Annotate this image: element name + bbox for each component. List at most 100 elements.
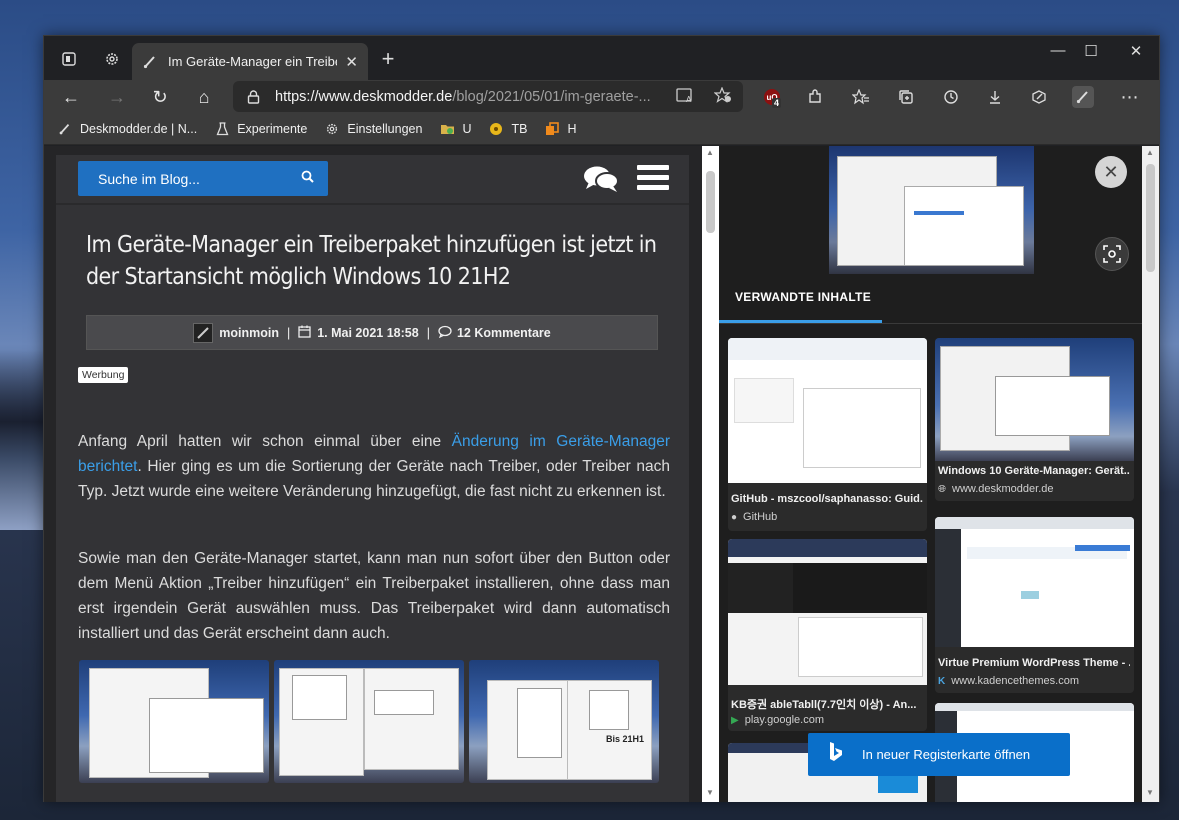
folder-icon [439, 121, 455, 137]
bookmark-einstellungen[interactable]: Einstellungen [324, 121, 422, 137]
card-title: Windows 10 Geräte-Manager: Gerät... [938, 465, 1130, 477]
scroll-down-arrow-icon[interactable]: ▼ [1146, 788, 1154, 797]
author-avatar[interactable] [193, 322, 214, 343]
article: Suche im Blog... Im Geräte-Manager ein T… [56, 155, 689, 802]
close-window-button[interactable]: ✕ [1123, 42, 1149, 62]
ublock-icon[interactable]: uO 4 [761, 86, 783, 108]
new-tab-button[interactable]: + [376, 46, 400, 72]
search-icon[interactable] [301, 170, 314, 186]
lock-icon[interactable] [247, 89, 261, 104]
article-title: Im Geräte-Manager ein Treiberpaket hinzu… [86, 232, 657, 290]
meta-separator: | [286, 325, 291, 340]
open-in-new-tab-button[interactable]: In neuer Registerkarte öffnen [808, 733, 1070, 776]
search-placeholder: Suche im Blog... [98, 170, 200, 187]
scroll-down-arrow-icon[interactable]: ▼ [706, 788, 714, 797]
web-capture-icon[interactable] [1028, 86, 1050, 108]
open-button-label: In neuer Registerkarte öffnen [862, 747, 1031, 762]
url-text[interactable]: https://www.deskmodder.de/blog/2021/05/0… [275, 89, 655, 105]
card-image [935, 338, 1134, 461]
gallery-image-1[interactable] [79, 660, 269, 783]
related-card[interactable]: Windows 10 Geräte-Manager: Gerät... 🌐︎ ww… [935, 338, 1134, 501]
card-source: ▶ play.google.com [731, 714, 824, 726]
comments-count[interactable]: 12 Kommentare [457, 326, 551, 340]
bookmark-experimente[interactable]: Experimente [214, 121, 307, 137]
extensions-icon[interactable] [804, 86, 826, 108]
bookmark-tb[interactable]: TB [488, 121, 527, 137]
para1-text-a: Anfang April hatten wir schon einmal übe… [78, 433, 452, 450]
paragraph-2: Sowie man den Geräte-Manager startet, ka… [78, 550, 670, 642]
close-panel-button[interactable]: ✕ [1095, 156, 1127, 188]
author-name[interactable]: moinmoin [219, 326, 279, 340]
minimize-button[interactable]: — [1045, 42, 1071, 62]
visual-search-icon[interactable] [1095, 237, 1129, 271]
globe-icon: 🌐︎ [938, 483, 946, 495]
svg-text:A: A [686, 95, 692, 103]
gear-icon[interactable] [101, 48, 123, 70]
back-button[interactable]: ← [58, 84, 84, 110]
related-content-tab[interactable]: VERWANDTE INHALTE [735, 290, 871, 304]
copy-icon [544, 121, 560, 137]
ublock-badge: 4 [772, 98, 782, 108]
card-title: Virtue Premium WordPress Theme - ... [938, 657, 1130, 669]
home-button[interactable]: ⌂ [191, 84, 217, 110]
screenshot-gallery: Bis 21H1 [79, 660, 663, 785]
panel-scrollbar[interactable]: ▲ ▼ [1142, 146, 1159, 802]
history-icon[interactable] [940, 86, 962, 108]
gallery-image-3[interactable]: Bis 21H1 [469, 660, 659, 783]
card-source-text: www.kadencethemes.com [951, 675, 1080, 687]
brush-icon[interactable] [1072, 86, 1094, 108]
downloads-icon[interactable] [984, 86, 1006, 108]
add-favorite-icon[interactable] [713, 86, 733, 107]
bookmark-h[interactable]: H [544, 121, 576, 137]
url-host: https://www.deskmodder.de [275, 88, 453, 105]
article-meta: moinmoin | 1. Mai 2021 18:58 | 12 Kommen… [86, 315, 658, 350]
card-source-text: GitHub [743, 511, 778, 523]
more-menu-icon[interactable]: ⋯ [1119, 86, 1141, 108]
scrollbar-thumb[interactable] [1146, 164, 1155, 272]
forward-button[interactable]: → [104, 84, 130, 110]
card-source: 🌐︎ www.deskmodder.de [938, 483, 1054, 495]
calendar-icon [298, 325, 311, 341]
reader-view-icon[interactable]: A [675, 87, 695, 107]
address-bar[interactable]: https://www.deskmodder.de/blog/2021/05/0… [233, 81, 743, 112]
maximize-button[interactable]: ☐ [1078, 42, 1104, 62]
bookmark-label: H [567, 121, 577, 136]
related-card[interactable]: GitHub - mszcool/saphanasso: Guid... ● Gi… [728, 338, 927, 531]
card-source: Kwww.kadencethemes.com [938, 675, 1079, 687]
selected-image[interactable] [829, 146, 1034, 274]
favorites-icon[interactable] [850, 86, 872, 108]
tab-divider [719, 323, 1142, 324]
tab-actions-icon[interactable] [58, 48, 80, 70]
scroll-up-arrow-icon[interactable]: ▲ [706, 148, 714, 157]
tab-bar: Im Geräte-Manager ein Treiberpa ✕ + — ☐ … [44, 36, 1159, 80]
blog-search-input[interactable]: Suche im Blog... [78, 161, 328, 196]
bookmarks-bar: Deskmodder.de | N... Experimente Einstel… [44, 113, 1159, 145]
active-tab-indicator [719, 320, 882, 323]
card-source-text: www.deskmodder.de [952, 483, 1054, 495]
related-card[interactable]: KB증권 ableTabll(7.7인치 이상) - An... ▶ play.g… [728, 539, 927, 731]
play-icon: ▶ [731, 714, 739, 726]
bing-icon [828, 741, 844, 769]
toolbar: ← → ↻ ⌂ https://www.deskmodder.de/blog/2… [44, 80, 1159, 113]
refresh-button[interactable]: ↻ [147, 84, 173, 110]
comments-icon[interactable] [583, 164, 619, 194]
header-divider [56, 203, 689, 205]
scrollbar-thumb[interactable] [706, 171, 715, 233]
gallery-caption: Bis 21H1 [606, 734, 645, 744]
related-card[interactable]: Virtue Premium WordPress Theme - ... Kww… [935, 517, 1134, 693]
gear-icon [324, 121, 340, 137]
browser-window: Im Geräte-Manager ein Treiberpa ✕ + — ☐ … [43, 35, 1160, 802]
collections-icon[interactable] [895, 86, 917, 108]
scroll-up-arrow-icon[interactable]: ▲ [1146, 148, 1154, 157]
card-title: GitHub - mszcool/saphanasso: Guid... [731, 493, 923, 505]
close-tab-icon[interactable]: ✕ [345, 53, 358, 71]
visual-search-panel: ✕ VERWANDTE INHALTE GitHub - mszcool/sap… [719, 146, 1159, 802]
tab-active[interactable]: Im Geräte-Manager ein Treiberpa ✕ [132, 43, 368, 80]
bookmark-label: Deskmodder.de | N... [80, 121, 198, 136]
bookmark-u[interactable]: U [439, 121, 471, 137]
page-scrollbar[interactable]: ▲ ▼ [702, 146, 719, 802]
card-image [728, 338, 927, 483]
hamburger-menu-icon[interactable] [637, 165, 669, 191]
bookmark-deskmodder[interactable]: Deskmodder.de | N... [57, 121, 197, 137]
gallery-image-2[interactable] [274, 660, 464, 783]
